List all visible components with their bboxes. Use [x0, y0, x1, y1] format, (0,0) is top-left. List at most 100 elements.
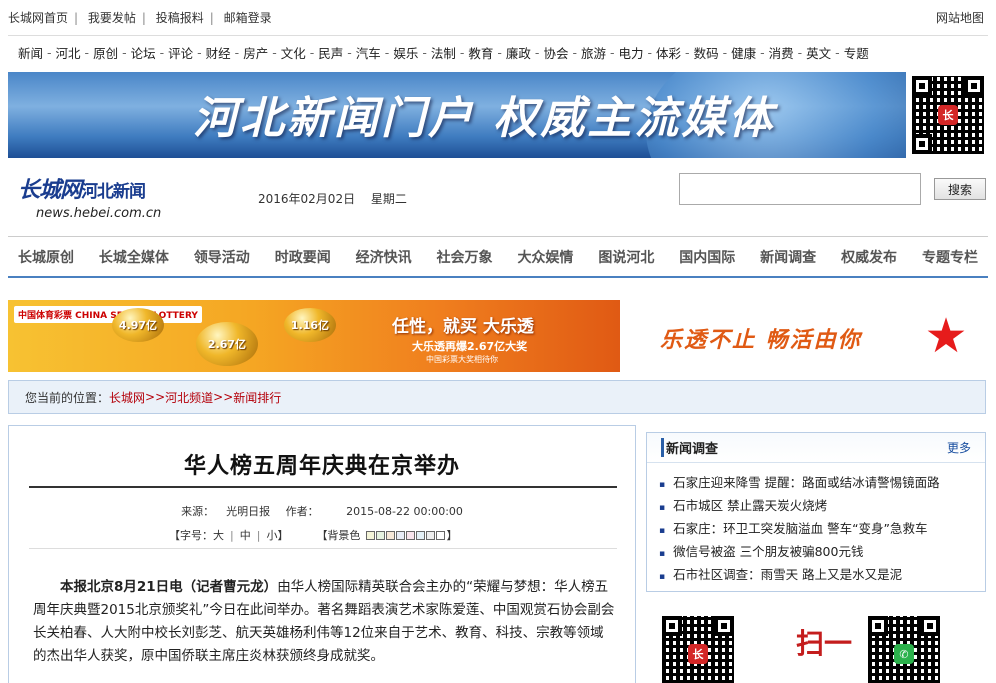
main-nav-item[interactable]: 专题专栏 [922, 247, 978, 267]
main-nav-item[interactable]: 长城原创 [18, 247, 74, 267]
search-input[interactable] [679, 173, 921, 205]
news-survey-box: 新闻调查 更多 石家庄迎来降雪 提醒：路面或结冰请警惕镜面路 石市城区 禁止露天… [646, 432, 986, 592]
star-badge-icon: ★ [924, 308, 968, 364]
list-item[interactable]: 石市社区调查：雨雪天 路上又是水又是泥 [647, 563, 985, 586]
channel-link[interactable]: 数码 [694, 43, 719, 62]
divider: - [159, 45, 165, 60]
survey-more-link[interactable]: 更多 [947, 439, 971, 456]
divider: | [141, 10, 146, 25]
font-size-end: 】 [277, 529, 289, 542]
qr-logo-badge: 长 [688, 644, 708, 664]
divider: - [309, 45, 315, 60]
channel-nav: 新闻 - 河北 - 原创 - 论坛 - 评论 - 财经 - 房产 - 文化 - 民声 - 汽车 - 娱乐 - 法制 - 教育 - 廉… [8, 35, 988, 69]
channel-link[interactable]: 法制 [431, 43, 456, 62]
ad-slogan: 乐透不止 畅活由你 [660, 327, 862, 353]
qr-eye [662, 616, 682, 636]
channel-link[interactable]: 旅游 [581, 43, 606, 62]
bg-color-swatch[interactable] [376, 531, 386, 540]
channel-link[interactable]: 民声 [318, 43, 343, 62]
article-meta: 来源： 光明日报 作者： 2015-08-22 00:00:00 [9, 503, 635, 519]
main-nav-item[interactable]: 社会万象 [437, 247, 493, 267]
divider: - [384, 45, 390, 60]
channel-link[interactable]: 财经 [206, 43, 231, 62]
main-nav-item[interactable]: 时政要闻 [275, 247, 331, 267]
bg-color-swatch[interactable] [366, 531, 376, 540]
channel-link[interactable]: 汽车 [356, 43, 381, 62]
bg-color-swatch[interactable] [416, 531, 426, 540]
channel-link[interactable]: 体彩 [656, 43, 681, 62]
channel-link[interactable]: 新闻 [18, 43, 43, 62]
survey-title: 新闻调查 [661, 438, 718, 457]
channel-link[interactable]: 消费 [769, 43, 794, 62]
link-post[interactable]: 我要发帖 [88, 11, 136, 25]
link-home[interactable]: 长城网首页 [8, 11, 68, 25]
banner-slogan: 河北新闻门户 权威主流媒体 [193, 93, 776, 144]
divider: - [797, 45, 803, 60]
lottery-ad-banner[interactable]: 中国体育彩票 CHINA SPORTS LOTTERY 4.97亿 2.67亿 … [8, 300, 988, 372]
main-nav-item[interactable]: 图说河北 [598, 247, 654, 267]
site-header: 长城网河北新闻 news.hebei.com.cn 2016年02月02日 星期… [8, 160, 988, 232]
qr-eye [912, 76, 932, 96]
publish-datetime: 2015-08-22 00:00:00 [346, 505, 463, 518]
divider: - [122, 45, 127, 60]
channel-link[interactable]: 论坛 [131, 43, 156, 62]
site-logo[interactable]: 长城网河北新闻 news.hebei.com.cn [18, 172, 161, 221]
main-nav-item[interactable]: 领导活动 [194, 247, 250, 267]
breadcrumb-item[interactable]: 河北频道 [165, 389, 213, 406]
channel-link[interactable]: 电力 [619, 43, 644, 62]
divider: - [760, 45, 765, 60]
main-nav-item[interactable]: 国内国际 [679, 247, 735, 267]
link-mail-login[interactable]: 邮箱登录 [224, 11, 272, 25]
channel-link[interactable]: 原创 [93, 43, 118, 62]
title-rule [29, 486, 617, 488]
channel-link[interactable]: 英文 [806, 43, 831, 62]
top-banner[interactable]: 河北新闻门户 权威主流媒体 [8, 72, 906, 158]
channel-link[interactable]: 专题 [844, 43, 869, 62]
bg-color-swatch[interactable] [406, 531, 416, 540]
bg-color-swatch[interactable] [386, 531, 396, 540]
channel-link[interactable]: 廉政 [506, 43, 531, 62]
font-size-small[interactable]: 小 [266, 527, 277, 543]
channel-link[interactable]: 教育 [468, 43, 493, 62]
link-submit-tip[interactable]: 投稿报料 [156, 11, 204, 25]
channel-link[interactable]: 协会 [543, 43, 568, 62]
main-nav-item[interactable]: 大众娱情 [517, 247, 573, 267]
main-nav-item[interactable]: 新闻调查 [760, 247, 816, 267]
channel-link[interactable]: 河北 [56, 43, 81, 62]
font-size-large[interactable]: 大 [213, 527, 224, 543]
link-site-map[interactable]: 网站地图 [936, 9, 984, 26]
main-nav-item[interactable]: 经济快讯 [356, 247, 412, 267]
survey-header: 新闻调查 更多 [647, 433, 985, 463]
breadcrumb-item[interactable]: 新闻排行 [233, 389, 281, 406]
qr-eye [964, 76, 984, 96]
ad-left-panel: 中国体育彩票 CHINA SPORTS LOTTERY 4.97亿 2.67亿 … [8, 300, 620, 372]
breadcrumb-sep: >> [213, 390, 234, 404]
channel-link[interactable]: 健康 [731, 43, 756, 62]
font-size-medium[interactable]: 中 [240, 527, 251, 543]
qr-eye [868, 616, 888, 636]
list-item[interactable]: 石家庄：环卫工突发脑溢血 警车“变身”急救车 [647, 517, 985, 540]
main-nav-item[interactable]: 权威发布 [841, 247, 897, 267]
bg-color-swatch[interactable] [396, 531, 406, 540]
logo-url: news.hebei.com.cn [36, 206, 162, 221]
channel-link[interactable]: 娱乐 [393, 43, 418, 62]
list-item[interactable]: 微信号被盗 三个朋友被骗800元钱 [647, 540, 985, 563]
search-button[interactable]: 搜索 [934, 178, 986, 200]
main-nav-item[interactable]: 长城全媒体 [99, 247, 169, 267]
channel-link[interactable]: 房产 [243, 43, 268, 62]
bg-color-swatch[interactable] [436, 531, 446, 540]
breadcrumb-prefix: 您当前的位置： [25, 390, 110, 405]
scan-prompt: 扫一 [796, 627, 853, 660]
bg-color-end: 】 [446, 529, 458, 542]
channel-link[interactable]: 评论 [168, 43, 193, 62]
bg-color-swatch[interactable] [426, 531, 436, 540]
breadcrumb-item[interactable]: 长城网 [109, 389, 145, 406]
article-title: 华人榜五周年庆典在京举办 [183, 453, 460, 479]
qr-code-icon: 长 [908, 72, 988, 158]
list-item[interactable]: 石市城区 禁止露天炭火烧烤 [647, 494, 985, 517]
source-value: 光明日报 [226, 505, 271, 518]
divider: - [272, 45, 277, 60]
divider: - [685, 45, 690, 60]
channel-link[interactable]: 文化 [281, 43, 306, 62]
list-item[interactable]: 石家庄迎来降雪 提醒：路面或结冰请警惕镜面路 [647, 471, 985, 494]
